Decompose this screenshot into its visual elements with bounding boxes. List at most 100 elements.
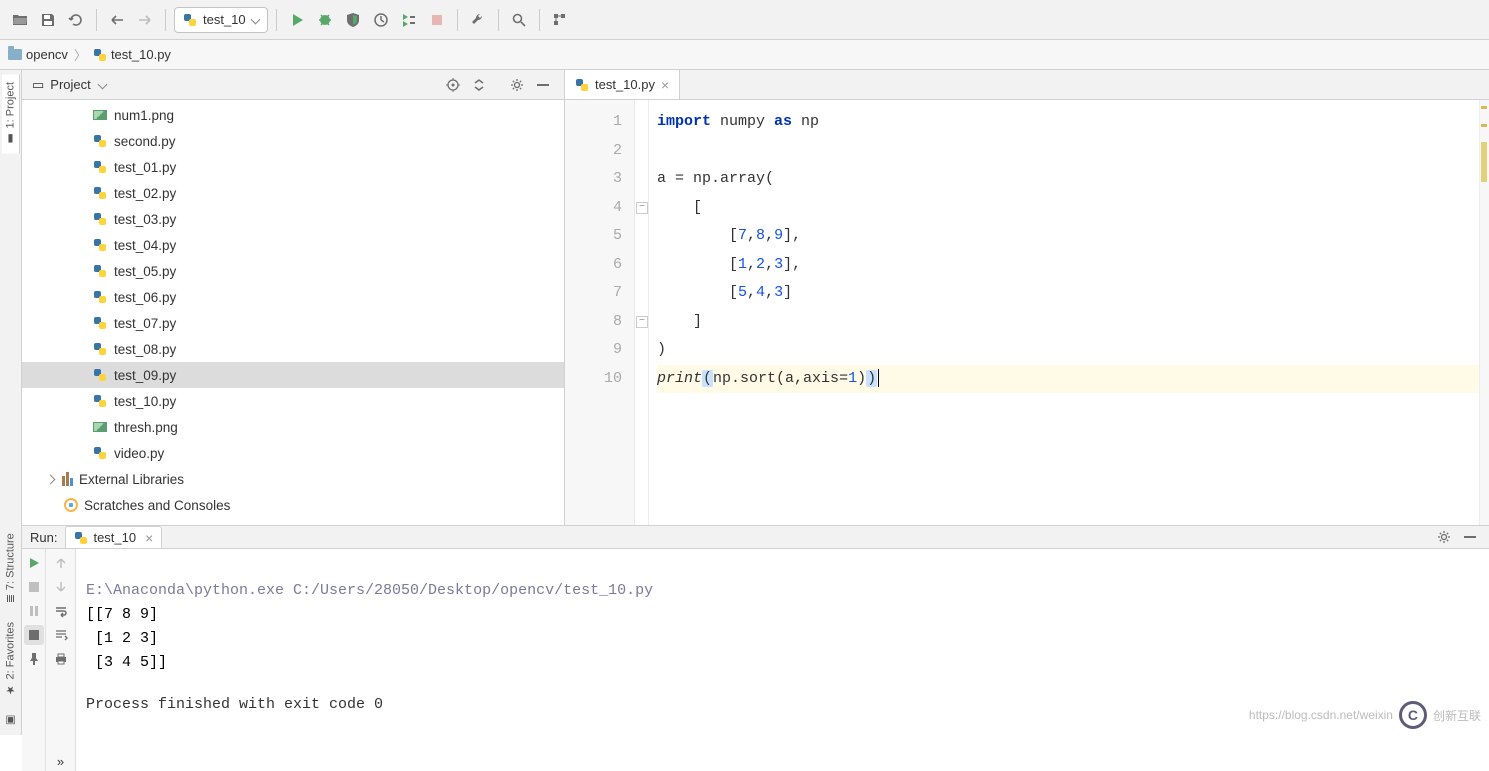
close-icon[interactable]: × xyxy=(661,78,669,92)
tree-file-test_04-py[interactable]: test_04.py xyxy=(22,232,564,258)
up-stack-icon[interactable] xyxy=(51,553,71,573)
chevron-down-icon xyxy=(250,15,260,25)
separator xyxy=(457,9,458,31)
tree-item-label: num1.png xyxy=(114,108,174,123)
separator xyxy=(539,9,540,31)
run-icon[interactable] xyxy=(285,8,309,32)
gutter-line-numbers: 12345678910 xyxy=(565,100,635,525)
python-icon xyxy=(93,48,107,62)
stop-icon[interactable] xyxy=(425,8,449,32)
tree-file-second-py[interactable]: second.py xyxy=(22,128,564,154)
python-icon xyxy=(92,237,108,253)
star-icon: ★ xyxy=(4,683,17,696)
tree-file-test_06-py[interactable]: test_06.py xyxy=(22,284,564,310)
run-config-name: test_10 xyxy=(203,12,246,27)
debug-icon[interactable] xyxy=(313,8,337,32)
editor-tab-test10[interactable]: test_10.py × xyxy=(565,70,680,99)
tree-item-label: test_10.py xyxy=(114,394,176,409)
python-icon xyxy=(92,393,108,409)
folder-icon: ▮ xyxy=(4,132,17,145)
tree-file-test_02-py[interactable]: test_02.py xyxy=(22,180,564,206)
refresh-icon[interactable] xyxy=(64,8,88,32)
code-editor[interactable]: 12345678910 − − import numpy as np a = n… xyxy=(565,100,1489,525)
print-icon[interactable] xyxy=(51,649,71,669)
back-icon[interactable] xyxy=(105,8,129,32)
side-tab-project[interactable]: ▮ 1: Project xyxy=(2,74,20,153)
tree-file-thresh-png[interactable]: thresh.png xyxy=(22,414,564,440)
close-icon[interactable]: × xyxy=(145,531,153,545)
tree-item-label: second.py xyxy=(114,134,176,149)
run-side-toolbar1 xyxy=(22,549,46,771)
breadcrumb-project[interactable]: opencv xyxy=(8,47,68,62)
soft-wrap-icon[interactable] xyxy=(51,601,71,621)
warning-mark[interactable] xyxy=(1481,142,1487,182)
tree-item-label: test_09.py xyxy=(114,368,176,383)
tree-file-test_08-py[interactable]: test_08.py xyxy=(22,336,564,362)
python-icon xyxy=(183,13,197,27)
console-output[interactable]: E:\Anaconda\python.exe C:/Users/28050/De… xyxy=(76,549,1489,771)
code-content[interactable]: import numpy as np a = np.array( [ [7,8,… xyxy=(649,100,1479,525)
concurrent-icon[interactable] xyxy=(397,8,421,32)
scroll-end-icon[interactable] xyxy=(51,625,71,645)
locate-icon[interactable] xyxy=(442,74,464,96)
gear-icon[interactable] xyxy=(506,74,528,96)
rerun-icon[interactable] xyxy=(24,553,44,573)
profile-icon[interactable] xyxy=(369,8,393,32)
tree-file-test_09-py[interactable]: test_09.py xyxy=(22,362,564,388)
expand-all-icon[interactable] xyxy=(468,74,490,96)
tree-file-test_10-py[interactable]: test_10.py xyxy=(22,388,564,414)
tree-file-num1-png[interactable]: num1.png xyxy=(22,102,564,128)
tree-scratches[interactable]: Scratches and Consoles xyxy=(22,492,564,518)
more-icon[interactable]: » xyxy=(51,751,71,771)
tree-item-label: Scratches and Consoles xyxy=(84,498,230,513)
python-icon xyxy=(92,341,108,357)
search-icon[interactable] xyxy=(507,8,531,32)
warning-mark[interactable] xyxy=(1481,124,1487,127)
tree-external-libraries[interactable]: External Libraries xyxy=(22,466,564,492)
tree-file-video-py[interactable]: video.py xyxy=(22,440,564,466)
tree-item-label: video.py xyxy=(114,446,164,461)
side-tab-window[interactable]: ▣ xyxy=(2,706,19,735)
structure-icon[interactable] xyxy=(548,8,572,32)
pin-icon[interactable] xyxy=(24,649,44,669)
tree-item-label: test_02.py xyxy=(114,186,176,201)
fold-mark[interactable]: − xyxy=(636,202,648,214)
run-tab[interactable]: test_10 × xyxy=(65,526,162,548)
build-icon[interactable] xyxy=(466,8,490,32)
project-panel-title: Project xyxy=(50,77,90,92)
stop-icon[interactable] xyxy=(24,577,44,597)
image-icon xyxy=(92,419,108,435)
chevron-down-icon[interactable] xyxy=(97,80,107,90)
chevron-right-icon xyxy=(44,476,56,483)
exit-icon[interactable] xyxy=(24,625,44,645)
tree-file-test_03-py[interactable]: test_03.py xyxy=(22,206,564,232)
tree-file-test_07-py[interactable]: test_07.py xyxy=(22,310,564,336)
run-config-selector[interactable]: test_10 xyxy=(174,7,268,33)
left-side-tabs: ▮ 1: Project ≣ 7: Structure ★ 2: Favorit… xyxy=(0,70,22,735)
side-tab-structure[interactable]: ≣ 7: Structure xyxy=(2,525,19,611)
down-stack-icon[interactable] xyxy=(51,577,71,597)
warning-mark[interactable] xyxy=(1481,106,1487,109)
editor-area: test_10.py × 12345678910 − − import nump… xyxy=(565,70,1489,525)
forward-icon[interactable] xyxy=(133,8,157,32)
python-icon xyxy=(74,531,88,545)
tree-file-test_05-py[interactable]: test_05.py xyxy=(22,258,564,284)
gear-icon[interactable] xyxy=(1433,526,1455,548)
image-icon xyxy=(92,107,108,123)
hide-icon[interactable] xyxy=(1459,526,1481,548)
hide-icon[interactable] xyxy=(532,74,554,96)
library-icon xyxy=(62,472,73,486)
side-tab-favorites[interactable]: ★ 2: Favorites xyxy=(2,614,19,704)
coverage-icon[interactable] xyxy=(341,8,365,32)
gutter-fold-marks: − − xyxy=(635,100,649,525)
project-selector-icon: ▭ xyxy=(32,77,44,93)
error-stripe[interactable] xyxy=(1479,100,1489,525)
separator xyxy=(165,9,166,31)
tree-file-test_01-py[interactable]: test_01.py xyxy=(22,154,564,180)
project-tree[interactable]: num1.png second.py test_01.py test_02.pytes… xyxy=(22,100,564,525)
breadcrumb-file[interactable]: test_10.py xyxy=(93,47,171,62)
open-icon[interactable] xyxy=(8,8,32,32)
pause-icon[interactable] xyxy=(24,601,44,621)
fold-mark[interactable]: − xyxy=(636,316,648,328)
save-icon[interactable] xyxy=(36,8,60,32)
